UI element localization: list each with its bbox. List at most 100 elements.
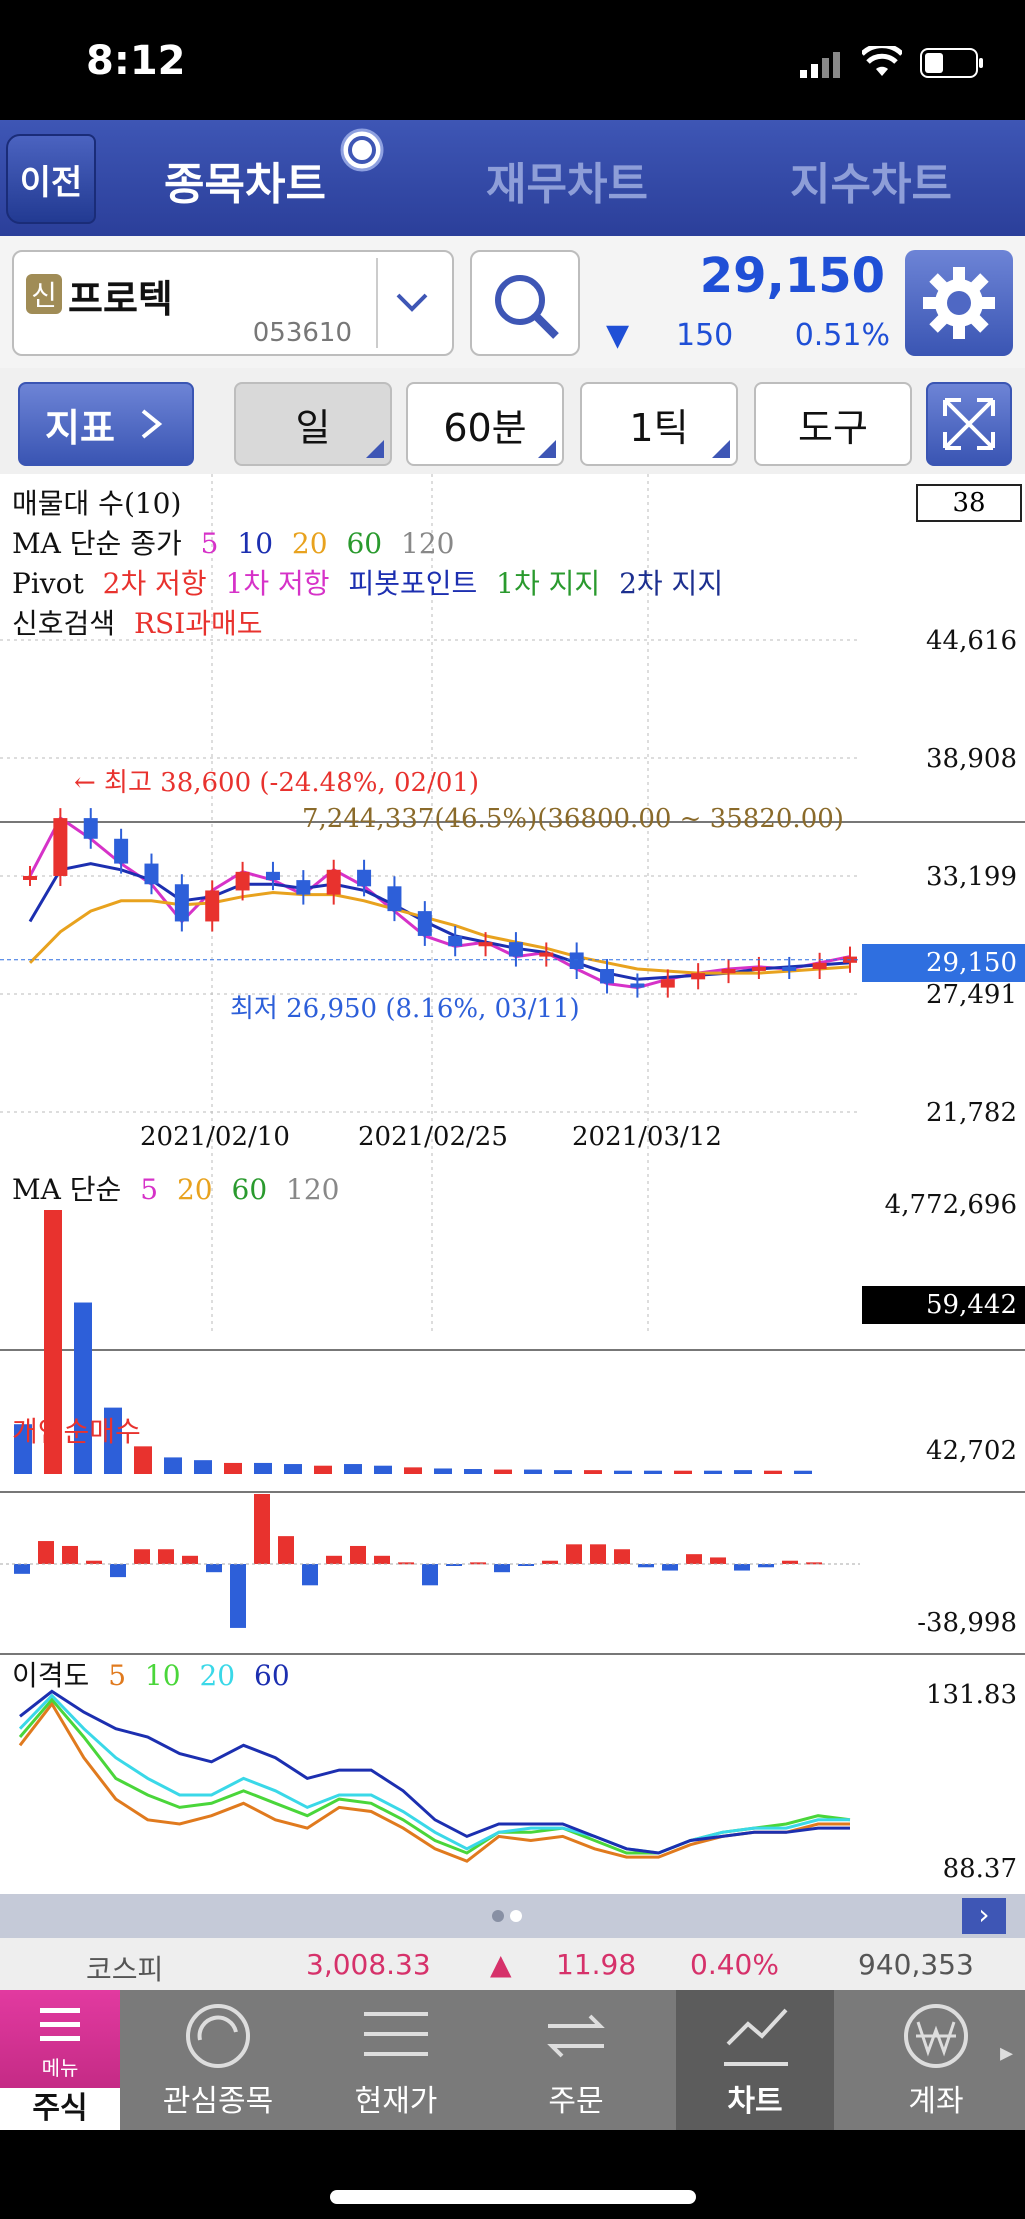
volume-bar: [224, 1462, 242, 1474]
minute-label: 60분: [443, 405, 527, 450]
volume-bar: [674, 1470, 692, 1474]
legend-disparity-20: 20: [199, 1659, 236, 1692]
volume-bar: [464, 1469, 482, 1474]
nav-menu[interactable]: 메뉴 주식: [0, 1990, 120, 2130]
net-buy-bar: [518, 1564, 534, 1566]
search-button[interactable]: [470, 250, 580, 356]
candle: [751, 966, 766, 971]
net-buy-bar: [614, 1549, 630, 1564]
legend-pivot-r1: 1차 저항: [225, 567, 330, 600]
index-name: 코스피: [86, 1953, 164, 1986]
nav-quote[interactable]: 현재가: [306, 1990, 486, 2130]
disparity-y-bottom: 88.37: [942, 1854, 1017, 1884]
legend-ma-5: 5: [200, 527, 219, 560]
chart-toolbar: 지표 일 60분 1틱 도구: [0, 368, 1025, 474]
nav-account[interactable]: 계좌: [846, 1990, 1025, 2130]
tools-button[interactable]: 도구: [754, 382, 912, 466]
volume-bar: [644, 1470, 662, 1474]
gear-icon: [923, 267, 995, 339]
net-buy-bar: [206, 1564, 222, 1573]
volume-bar: [614, 1470, 632, 1474]
volume-bar: [794, 1470, 812, 1474]
indicator-button[interactable]: 지표: [18, 382, 194, 466]
index-ticker[interactable]: 코스피 3,008.33 ▲ 11.98 0.40% 940,353: [0, 1938, 1025, 1990]
legend-signal: 신호검색 RSI과매도: [12, 602, 273, 642]
candle: [660, 979, 675, 988]
y-tick-5: 21,782: [926, 1098, 1017, 1128]
net-buy-bar: [110, 1564, 126, 1578]
candle: [569, 952, 584, 969]
nav-account-label: 계좌: [908, 2084, 964, 2119]
low-annotation: 최저 26,950 (8.16%, 03/11): [230, 994, 580, 1024]
tab-index-chart[interactable]: 지수차트: [790, 148, 952, 212]
net-buy-bar: [134, 1549, 150, 1564]
chart-icon: [724, 2008, 788, 2066]
volume-bar: [704, 1470, 722, 1474]
candle: [114, 838, 129, 864]
minute-select[interactable]: 60분: [406, 382, 564, 466]
volume-bar: [314, 1465, 332, 1474]
legend-volume-ma-120: 120: [286, 1173, 340, 1206]
volume-bar: [344, 1464, 362, 1474]
net-buy-y-top: 42,702: [926, 1436, 1017, 1466]
candle: [205, 890, 220, 922]
nav-chart[interactable]: 차트: [676, 1990, 834, 2130]
legend-disparity: 이격도 5 10 20 60: [12, 1654, 300, 1694]
volume-profile-annotation: 7,244,337(46.5%)(36800.00 ~ 35820.00): [302, 804, 844, 834]
status-time: 8:12: [86, 38, 186, 84]
volume-bar: [734, 1470, 752, 1474]
next-page-button[interactable]: ›: [962, 1898, 1006, 1934]
net-buy-bar: [710, 1557, 726, 1564]
back-button[interactable]: 이전: [6, 134, 96, 224]
candle: [265, 871, 280, 881]
legend-disparity-10: 10: [144, 1659, 181, 1692]
chevron-down-icon[interactable]: [376, 258, 446, 348]
net-buy-bar: [230, 1564, 246, 1628]
tab-stock-chart[interactable]: 종목차트: [164, 148, 326, 212]
settings-button[interactable]: [905, 250, 1013, 356]
tab-financial-chart[interactable]: 재무차트: [486, 148, 648, 212]
stock-selector[interactable]: 신 프로텍 053610: [12, 250, 454, 356]
chart-area[interactable]: 매물대 수(10) MA 단순 종가 5 10 20 60 120 Pivot …: [0, 474, 1025, 1894]
refresh-icon[interactable]: [338, 126, 386, 174]
legend-signal-label: 신호검색: [12, 607, 116, 640]
nav-order-label: 주문: [548, 2084, 604, 2119]
net-buy-bar: [734, 1564, 750, 1571]
net-buy-bar: [590, 1544, 606, 1564]
home-indicator[interactable]: [330, 2190, 696, 2204]
tick-select[interactable]: 1틱: [580, 382, 738, 466]
net-buy-bar: [302, 1564, 318, 1586]
search-icon: [495, 275, 559, 339]
nav-order[interactable]: 주문: [486, 1990, 666, 2130]
x-tick-2: 2021/02/25: [358, 1122, 508, 1152]
current-price-tag: 29,150: [862, 944, 1025, 982]
volume-bar: [764, 1470, 782, 1474]
legend-volume-ma: MA 단순 5 20 60 120: [12, 1168, 350, 1208]
net-buy-bar: [14, 1564, 30, 1574]
quote-icon: [364, 2012, 428, 2056]
legend-pivot-p: 피봇포인트: [348, 567, 478, 600]
period-select[interactable]: 일: [234, 382, 392, 466]
legend-signal-rsi: RSI과매도: [133, 607, 263, 640]
index-change: 11.98: [556, 1948, 637, 1981]
top-tab-bar: 이전 종목차트 재무차트 지수차트: [0, 120, 1025, 236]
legend-volume-profile: 매물대 수(10): [12, 482, 191, 522]
legend-ma-10: 10: [237, 527, 274, 560]
candle: [326, 869, 341, 895]
net-buy-bar: [470, 1562, 486, 1565]
net-buy-bar: [686, 1554, 702, 1564]
expand-button[interactable]: [926, 382, 1012, 466]
volume-bar: [494, 1469, 512, 1474]
net-buy-bar: [326, 1555, 342, 1564]
credit-badge: 신: [26, 274, 62, 314]
nav-more-arrow-icon[interactable]: ▸: [1000, 2038, 1013, 2068]
candle: [387, 886, 402, 912]
nav-watchlist[interactable]: 관심종목: [128, 1990, 308, 2130]
legend-ma-60: 60: [346, 527, 383, 560]
signal-icon: [800, 52, 840, 78]
nav-menu-label: 메뉴: [41, 2056, 79, 2080]
volume-y-top: 4,772,696: [884, 1190, 1017, 1220]
legend-pivot-r2: 2차 저항: [102, 567, 207, 600]
nav-stock-label: 주식: [0, 2088, 120, 2130]
net-buy-bar: [638, 1564, 654, 1568]
